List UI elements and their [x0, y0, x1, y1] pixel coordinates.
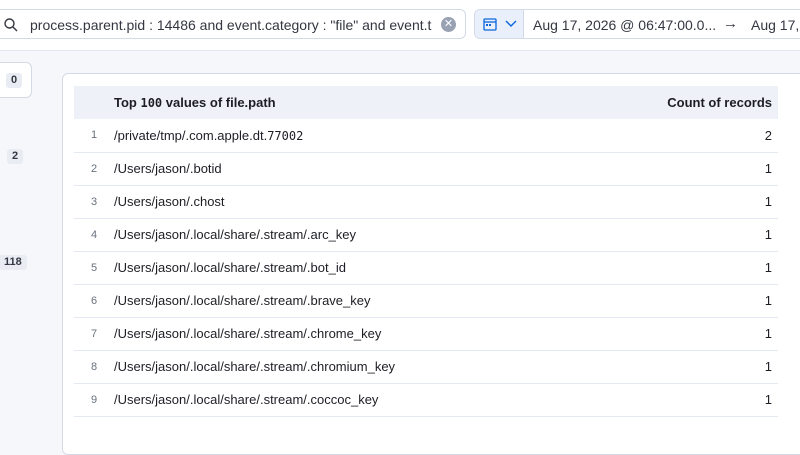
top-values-table: Top 100 values of file.path Count of rec… [74, 86, 778, 417]
row-index: 4 [90, 228, 98, 241]
record-count: 1 [764, 392, 772, 407]
query-toolbar: process.parent.pid : 14486 and event.cat… [0, 0, 800, 51]
table-row[interactable]: 1/private/tmp/.com.apple.dt.77002 2 [74, 119, 778, 152]
query-input[interactable]: process.parent.pid : 14486 and event.cat… [0, 9, 466, 39]
file-path-cell[interactable]: /Users/jason/.local/share/.stream/.chrom… [114, 350, 590, 383]
file-path: /Users/jason/.local/share/.stream/.brave… [114, 293, 371, 308]
file-path: /Users/jason/.chost [114, 194, 225, 209]
table-row[interactable]: 9/Users/jason/.local/share/.stream/.cocc… [74, 383, 778, 416]
table-row[interactable]: 4/Users/jason/.local/share/.stream/.arc_… [74, 218, 778, 251]
clear-query-icon[interactable]: ✕ [441, 17, 456, 32]
file-path-cell[interactable]: /Users/jason/.local/share/.stream/.brave… [114, 284, 590, 317]
row-index: 5 [90, 261, 98, 274]
record-count: 1 [764, 359, 772, 374]
file-path-cell[interactable]: /Users/jason/.local/share/.stream/.cocco… [114, 383, 590, 416]
table-header-row: Top 100 values of file.path Count of rec… [74, 86, 778, 119]
file-path-cell[interactable]: /Users/jason/.local/share/.stream/.chrom… [114, 317, 590, 350]
file-path: /Users/jason/.botid [114, 161, 222, 176]
query-text[interactable]: process.parent.pid : 14486 and event.cat… [30, 17, 435, 33]
header-count: 100 [140, 96, 163, 110]
file-path: /Users/jason/.local/share/.stream/.bot_i… [114, 260, 346, 275]
record-count: 1 [764, 161, 772, 176]
record-count: 1 [764, 227, 772, 242]
date-range-arrow-icon: → [723, 15, 738, 32]
row-index: 9 [90, 393, 98, 406]
table-row[interactable]: 6/Users/jason/.local/share/.stream/.brav… [74, 284, 778, 317]
file-path: /Users/jason/.local/share/.stream/.chrom… [114, 359, 396, 374]
count-badge: 2 [7, 149, 24, 164]
date-start[interactable]: Aug 17, 2026 @ 06:47:00.0... [533, 17, 716, 33]
row-index: 6 [90, 294, 98, 307]
file-path: /private/tmp/.com.apple.dt. [114, 127, 268, 143]
row-index: 2 [90, 162, 98, 175]
quick-select-button[interactable] [475, 10, 524, 38]
count-badge: 118 [0, 255, 27, 270]
top-values-panel: Top 100 values of file.path Count of rec… [62, 73, 800, 455]
count-header[interactable]: Count of records [590, 86, 778, 119]
file-path: /Users/jason/.local/share/.stream/.arc_k… [114, 227, 357, 242]
table-row[interactable]: 5/Users/jason/.local/share/.stream/.bot_… [74, 251, 778, 284]
record-count: 1 [764, 293, 772, 308]
left-strip: 0 2 118 [0, 50, 46, 434]
record-count: 2 [764, 127, 772, 143]
row-index: 1 [90, 129, 98, 142]
index-header [74, 86, 114, 119]
record-count: 1 [764, 260, 772, 275]
chevron-down-icon [505, 20, 517, 27]
file-path-cell[interactable]: /Users/jason/.local/share/.stream/.arc_k… [114, 218, 590, 251]
field-header[interactable]: Top 100 values of file.path [114, 86, 590, 119]
header-prefix: Top [114, 95, 137, 110]
file-path-cell[interactable]: /Users/jason/.botid [114, 152, 590, 185]
row-index: 3 [90, 195, 98, 208]
header-suffix: values of file.path [165, 95, 276, 110]
calendar-icon [483, 18, 497, 31]
count-badge: 0 [6, 73, 23, 88]
table-row[interactable]: 8/Users/jason/.local/share/.stream/.chro… [74, 350, 778, 383]
record-count: 1 [764, 326, 772, 341]
date-picker[interactable]: Aug 17, 2026 @ 06:47:00.0... → Aug 17, 2 [474, 9, 800, 39]
date-end[interactable]: Aug 17, 2 [751, 17, 800, 33]
file-path-cell[interactable]: /private/tmp/.com.apple.dt.77002 [114, 119, 590, 152]
file-path-cell[interactable]: /Users/jason/.chost [114, 185, 590, 218]
record-count: 1 [764, 194, 772, 209]
file-path: /Users/jason/.local/share/.stream/.chrom… [114, 326, 382, 341]
file-path-suffix: 77002 [267, 128, 304, 143]
row-index: 8 [90, 360, 98, 373]
table-row[interactable]: 7/Users/jason/.local/share/.stream/.chro… [74, 317, 778, 350]
table-row[interactable]: 2/Users/jason/.botid 1 [74, 152, 778, 185]
row-index: 7 [90, 327, 98, 340]
file-path-cell[interactable]: /Users/jason/.local/share/.stream/.bot_i… [114, 251, 590, 284]
file-path: /Users/jason/.local/share/.stream/.cocco… [114, 392, 379, 407]
table-row[interactable]: 3/Users/jason/.chost 1 [74, 185, 778, 218]
search-icon [3, 17, 19, 38]
